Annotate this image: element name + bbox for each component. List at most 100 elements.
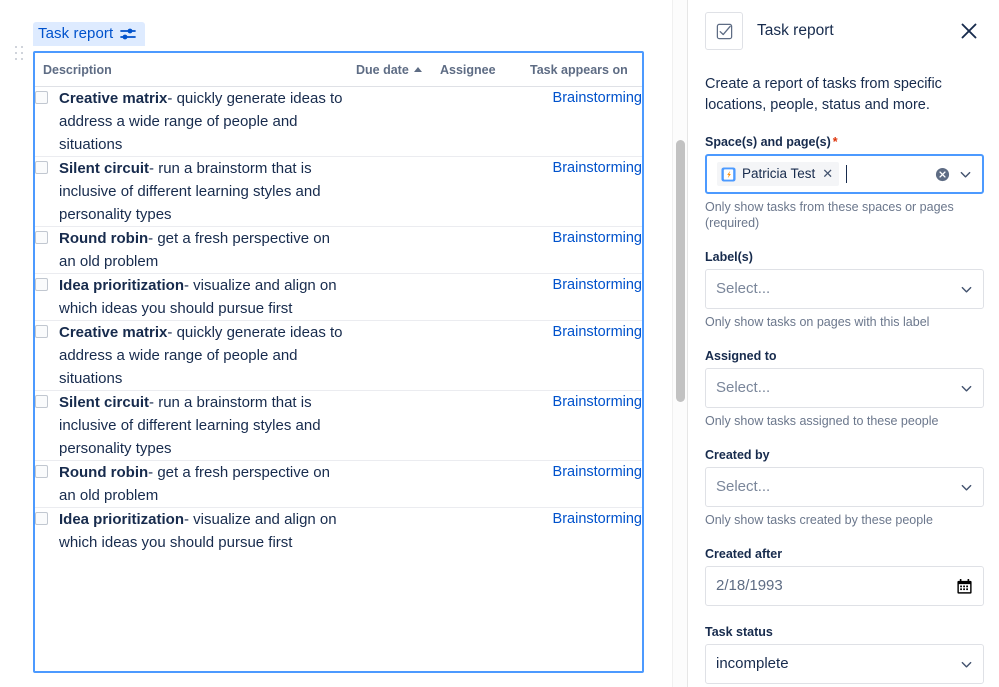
clear-icon[interactable] — [935, 167, 950, 182]
cell-task-appears-on: Brainstorming — [522, 321, 642, 391]
cell-description: Silent circuit- run a brainstorm that is… — [35, 157, 348, 227]
column-header-assignee[interactable]: Assignee — [432, 53, 522, 87]
cell-assignee — [432, 391, 522, 461]
field-labels: Label(s) Select... Only show tasks on pa… — [705, 250, 982, 330]
table-row: Idea prioritization- visualize and align… — [35, 274, 642, 321]
panel-title: Task report — [757, 22, 834, 40]
created-after-date-input[interactable]: 2/18/1993 — [705, 566, 984, 606]
task-report-config-panel: Task report Create a report of tasks fro… — [688, 0, 999, 687]
task-appears-on-link[interactable]: Brainstorming — [553, 464, 642, 480]
chevron-down-icon[interactable] — [960, 658, 973, 671]
macro-label-text: Task report — [38, 24, 113, 44]
task-appears-on-link[interactable]: Brainstorming — [553, 230, 642, 246]
field-label-assigned-to: Assigned to — [705, 349, 982, 363]
table-body: Creative matrix- quickly generate ideas … — [35, 87, 642, 555]
calendar-icon[interactable] — [956, 578, 973, 595]
sliders-icon — [119, 25, 137, 43]
table-row: Silent circuit- run a brainstorm that is… — [35, 391, 642, 461]
task-title: Round robin — [59, 464, 148, 481]
macro-label-task-report[interactable]: Task report — [33, 22, 145, 46]
selected-space-label: Patricia Test — [742, 165, 815, 183]
task-title: Creative matrix — [59, 90, 167, 107]
column-header-due-date[interactable]: Due date — [348, 53, 432, 87]
labels-select-placeholder: Select... — [716, 279, 770, 299]
task-appears-on-link[interactable]: Brainstorming — [553, 277, 642, 293]
field-assigned-to: Assigned to Select... Only show tasks as… — [705, 349, 982, 429]
chip-remove-icon[interactable]: ✕ — [821, 167, 834, 181]
table-row: Round robin- get a fresh perspective on … — [35, 227, 642, 274]
cell-description: Round robin- get a fresh perspective on … — [35, 227, 348, 274]
chevron-down-icon[interactable] — [960, 382, 973, 395]
table-row: Creative matrix- quickly generate ideas … — [35, 87, 642, 157]
chevron-down-icon[interactable] — [960, 283, 973, 296]
chevron-down-icon[interactable] — [960, 481, 973, 494]
task-report-table: Description Due date Assignee T — [35, 53, 642, 554]
assigned-to-select-placeholder: Select... — [716, 378, 770, 398]
field-label-created-by: Created by — [705, 448, 982, 462]
cell-due-date — [348, 227, 432, 274]
task-appears-on-link[interactable]: Brainstorming — [553, 511, 642, 527]
cell-description: Silent circuit- run a brainstorm that is… — [35, 391, 348, 461]
column-header-task-appears-on[interactable]: Task appears on — [522, 53, 642, 87]
cell-task-appears-on: Brainstorming — [522, 391, 642, 461]
task-checkbox[interactable] — [35, 231, 48, 244]
field-task-status: Task status incomplete — [705, 625, 982, 684]
task-status-select[interactable]: incomplete — [705, 644, 984, 684]
field-created-by: Created by Select... Only show tasks cre… — [705, 448, 982, 528]
cell-task-appears-on: Brainstorming — [522, 157, 642, 227]
hint-created-by: Only show tasks created by these people — [705, 512, 977, 528]
cell-description: Idea prioritization- visualize and align… — [35, 274, 348, 321]
task-checkbox[interactable] — [35, 325, 48, 338]
table-row: Creative matrix- quickly generate ideas … — [35, 321, 642, 391]
field-label-spaces-and-pages-text: Space(s) and page(s) — [705, 135, 831, 149]
column-header-description-label: Description — [43, 63, 112, 77]
task-checkbox[interactable] — [35, 395, 48, 408]
vertical-scrollbar-thumb[interactable] — [676, 140, 685, 402]
chevron-down-icon[interactable] — [959, 168, 972, 181]
column-header-assignee-label: Assignee — [440, 63, 496, 77]
cell-assignee — [432, 461, 522, 508]
hint-labels: Only show tasks on pages with this label — [705, 314, 977, 330]
task-appears-on-link[interactable]: Brainstorming — [553, 160, 642, 176]
drag-handle-icon[interactable] — [13, 44, 25, 62]
task-status-value: incomplete — [716, 654, 789, 674]
column-header-task-appears-on-label: Task appears on — [530, 63, 628, 77]
table-row: Round robin- get a fresh perspective on … — [35, 461, 642, 508]
cell-task-appears-on: Brainstorming — [522, 227, 642, 274]
field-label-task-status: Task status — [705, 625, 982, 639]
vertical-scrollbar[interactable] — [672, 0, 687, 687]
cell-task-appears-on: Brainstorming — [522, 274, 642, 321]
close-icon[interactable] — [956, 18, 982, 44]
spaces-and-pages-input[interactable]: Patricia Test ✕ — [705, 154, 984, 194]
field-label-created-after: Created after — [705, 547, 982, 561]
text-caret — [846, 165, 847, 183]
selected-space-chip[interactable]: Patricia Test ✕ — [717, 162, 839, 186]
task-title: Silent circuit — [59, 160, 149, 177]
task-checkbox[interactable] — [35, 161, 48, 174]
task-checkbox[interactable] — [35, 91, 48, 104]
cell-due-date — [348, 391, 432, 461]
page-icon — [721, 167, 736, 182]
column-header-due-date-label: Due date — [356, 63, 409, 77]
cell-task-appears-on: Brainstorming — [522, 461, 642, 508]
column-header-description[interactable]: Description — [35, 53, 348, 87]
cell-assignee — [432, 321, 522, 391]
task-checkbox[interactable] — [35, 278, 48, 291]
sort-ascending-icon — [414, 67, 422, 72]
task-appears-on-link[interactable]: Brainstorming — [553, 394, 642, 410]
task-report-table-container: Description Due date Assignee T — [33, 51, 644, 673]
required-marker: * — [833, 135, 838, 149]
labels-select[interactable]: Select... — [705, 269, 984, 309]
task-appears-on-link[interactable]: Brainstorming — [553, 90, 642, 106]
cell-assignee — [432, 227, 522, 274]
task-checkbox[interactable] — [35, 512, 48, 525]
task-appears-on-link[interactable]: Brainstorming — [553, 324, 642, 340]
created-after-value: 2/18/1993 — [716, 576, 783, 596]
cell-due-date — [348, 274, 432, 321]
created-by-select[interactable]: Select... — [705, 467, 984, 507]
panel-description: Create a report of tasks from specific l… — [705, 74, 967, 116]
task-checkbox[interactable] — [35, 465, 48, 478]
table-header-row: Description Due date Assignee T — [35, 53, 642, 87]
checkbox-check-icon — [705, 12, 743, 50]
assigned-to-select[interactable]: Select... — [705, 368, 984, 408]
